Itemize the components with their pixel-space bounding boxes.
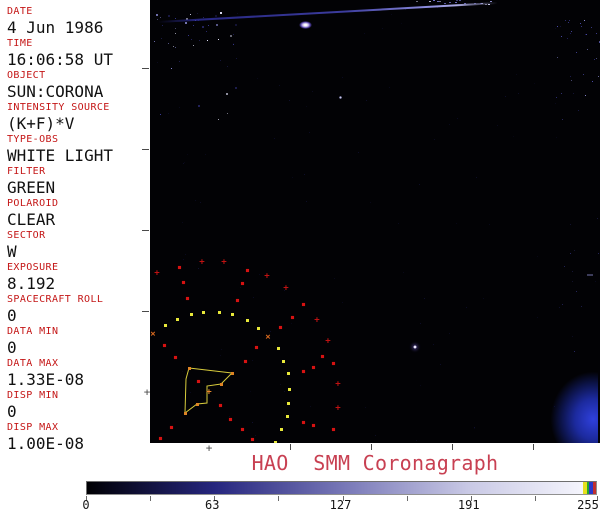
smm-coronagraph-viewer: DATE 4 Jun 1986 TIME 16:06:58 UT OBJECT SUN:C… [0,0,600,512]
left-axis-plus: + [143,385,151,399]
banner-title: HAO SMM Coronagraph [251,451,499,475]
metadata-value: CLEAR [7,210,56,229]
colorbar-tick [150,496,151,501]
metadata-field-date: DATE 4 Jun 1986 [7,6,149,36]
metadata-field-intensity-source: INTENSITY SOURCE (K+F)*V [7,102,149,132]
polygon-node [231,372,234,375]
metadata-label: FILTER [7,166,46,177]
metadata-field-filter: FILTER GREEN [7,166,149,196]
metadata-value: SUN:CORONA [7,82,104,101]
metadata-field-data-max: DATA MAX 1.33E-08 [7,358,149,388]
metadata-label: EXPOSURE [7,262,59,273]
metadata-field-spacecraft-roll: SPACECRAFT ROLL 0 [7,294,149,324]
metadata-label: OBJECT [7,70,46,81]
colorbar-tick [535,496,536,501]
colorbar-tick-label: 191 [457,498,480,512]
metadata-value: 0 [7,402,17,421]
bottom-axis-plus: + [205,441,213,455]
polygon-node [188,367,191,370]
colorbar-tick-label: 63 [205,498,220,512]
metadata-label: DATA MAX [7,358,59,369]
bottom-axis-tick [452,444,453,450]
metadata-label: SPACECRAFT ROLL [7,294,104,305]
metadata-label: POLAROID [7,198,59,209]
metadata-field-exposure: EXPOSURE 8.192 [7,262,149,292]
metadata-field-sector: SECTOR W [7,230,149,260]
metadata-value: 0 [7,306,17,325]
left-axis-tick [142,230,149,231]
colorbar-tick-label: 255 [577,498,599,512]
polygon-node [220,383,223,386]
bottom-axis-tick [290,444,291,450]
bottom-axis-tick [533,444,534,450]
region-center-plus: + [206,387,212,398]
metadata-field-disp-max: DISP MAX 1.00E-08 [7,422,149,452]
polygon-node [196,403,199,406]
left-axis-tick [142,149,149,150]
metadata-panel: DATE 4 Jun 1986 TIME 16:06:58 UT OBJECT SUN:C… [0,0,150,512]
metadata-field-object: OBJECT SUN:CORONA [7,70,149,100]
metadata-field-type-obs: TYPE-OBS WHITE LIGHT [7,134,149,164]
metadata-value: 0 [7,338,17,357]
metadata-field-disp-min: DISP MIN 0 [7,390,149,420]
left-axis-tick [142,68,149,69]
colorbar-overlay-stripes [583,482,596,494]
colorbar [86,481,597,495]
colorbar-tick [407,496,408,501]
metadata-label: TYPE-OBS [7,134,59,145]
polygon-node [184,412,187,415]
metadata-label: SECTOR [7,230,46,241]
bottom-axis-tick [371,444,372,450]
metadata-label: INTENSITY SOURCE [7,102,110,113]
metadata-value: GREEN [7,178,56,197]
metadata-value: 8.192 [7,274,56,293]
metadata-field-data-min: DATA MIN 0 [7,326,149,356]
metadata-label: DATA MIN [7,326,59,337]
metadata-field-polaroid: POLAROID CLEAR [7,198,149,228]
metadata-field-time: TIME 16:06:58 UT [7,38,149,68]
colorbar-stripe [593,482,596,494]
region-polygon-overlay [184,367,234,415]
metadata-value: (K+F)*V [7,114,75,133]
metadata-value: 1.33E-08 [7,370,85,389]
metadata-value: 1.00E-08 [7,434,85,453]
colorbar-tick [278,496,279,501]
metadata-label: TIME [7,38,33,49]
metadata-label: DISP MAX [7,422,59,433]
colorbar-tick-label: 0 [82,498,90,512]
metadata-value: W [7,242,17,261]
metadata-label: DATE [7,6,33,17]
coronagraph-image-display[interactable]: + + + + + + + + + × × + [150,0,600,443]
metadata-value: 4 Jun 1986 [7,18,104,37]
metadata-value: WHITE LIGHT [7,146,113,165]
colorbar-tick-label: 127 [329,498,352,512]
colorbar-gradient [87,482,596,494]
metadata-label: DISP MIN [7,390,59,401]
left-axis-tick [142,311,149,312]
metadata-value: 16:06:58 UT [7,50,113,69]
